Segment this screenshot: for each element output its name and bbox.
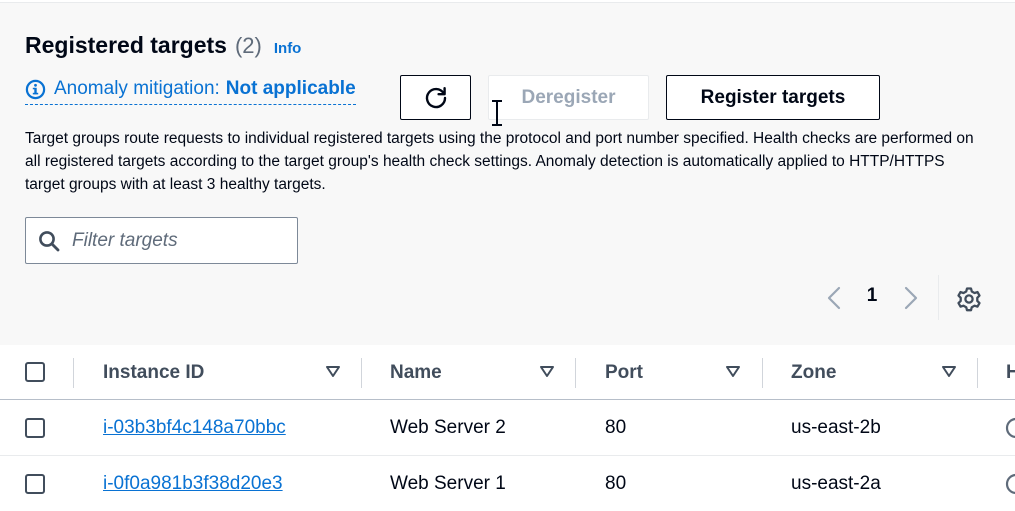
text-cursor-icon <box>492 100 502 126</box>
column-header-name[interactable]: Name <box>390 345 442 400</box>
targets-panel: Registered targets (2) Info Anomaly miti… <box>0 0 1015 345</box>
next-page-button[interactable] <box>899 284 923 312</box>
panel-top-border <box>0 0 1015 3</box>
column-header-zone[interactable]: Zone <box>791 345 836 400</box>
row-checkbox[interactable] <box>25 418 45 438</box>
register-targets-button[interactable]: Register targets <box>666 75 880 120</box>
row-checkbox[interactable] <box>25 474 45 494</box>
table-row: i-0f0a981b3f38d20e3 Web Server 1 80 us-e… <box>0 456 1015 511</box>
search-icon <box>38 230 60 252</box>
deregister-button[interactable]: Deregister <box>488 75 649 120</box>
table-header: Instance ID Name Port Zone H <box>0 345 1015 400</box>
section-title: Registered targets <box>25 32 227 58</box>
select-all-checkbox[interactable] <box>25 362 45 382</box>
sort-down-icon[interactable] <box>725 364 741 380</box>
sort-down-icon[interactable] <box>325 364 341 380</box>
instance-zone: us-east-2a <box>791 473 881 494</box>
chevron-left-icon <box>827 286 841 310</box>
column-header-instance-id[interactable]: Instance ID <box>103 345 204 400</box>
pagination-divider <box>938 275 939 320</box>
anomaly-value: Not applicable <box>225 78 356 99</box>
table-settings-button[interactable] <box>955 285 982 312</box>
filter-targets-input[interactable] <box>72 229 282 252</box>
instance-port: 80 <box>605 473 627 494</box>
column-divider <box>977 358 978 388</box>
instance-port: 80 <box>605 417 627 438</box>
filter-targets-field[interactable] <box>25 217 298 264</box>
column-divider <box>575 358 576 388</box>
anomaly-label: Anomaly mitigation: <box>54 78 220 99</box>
column-header-port[interactable]: Port <box>605 345 643 400</box>
instance-name: Web Server 2 <box>390 417 506 438</box>
table-row: i-03b3bf4c148a70bbc Web Server 2 80 us-e… <box>0 400 1015 456</box>
health-status-icon <box>1005 417 1015 439</box>
instance-name: Web Server 1 <box>390 473 506 494</box>
column-divider <box>762 358 763 388</box>
column-divider <box>361 358 362 388</box>
health-status-icon <box>1005 473 1015 495</box>
chevron-right-icon <box>904 286 918 310</box>
instance-id-link[interactable]: i-0f0a981b3f38d20e3 <box>103 456 283 511</box>
gear-icon <box>956 286 981 311</box>
instance-id-link[interactable]: i-03b3bf4c148a70bbc <box>103 400 286 456</box>
column-header-health[interactable]: H <box>1006 345 1015 400</box>
section-header: Registered targets (2) Info <box>25 32 301 59</box>
instance-zone: us-east-2b <box>791 417 881 438</box>
refresh-icon <box>425 86 446 108</box>
page-number[interactable]: 1 <box>862 285 882 311</box>
previous-page-button[interactable] <box>822 284 846 312</box>
anomaly-mitigation-link[interactable]: Anomaly mitigation: Not applicable <box>25 78 356 105</box>
targets-description: Target groups route requests to individu… <box>25 130 974 193</box>
info-link[interactable]: Info <box>274 40 302 57</box>
column-divider <box>73 358 74 388</box>
sort-down-icon[interactable] <box>941 364 957 380</box>
sort-down-icon[interactable] <box>539 364 555 380</box>
refresh-button[interactable] <box>400 75 471 120</box>
target-count: (2) <box>234 33 262 58</box>
info-circle-icon <box>25 79 46 100</box>
